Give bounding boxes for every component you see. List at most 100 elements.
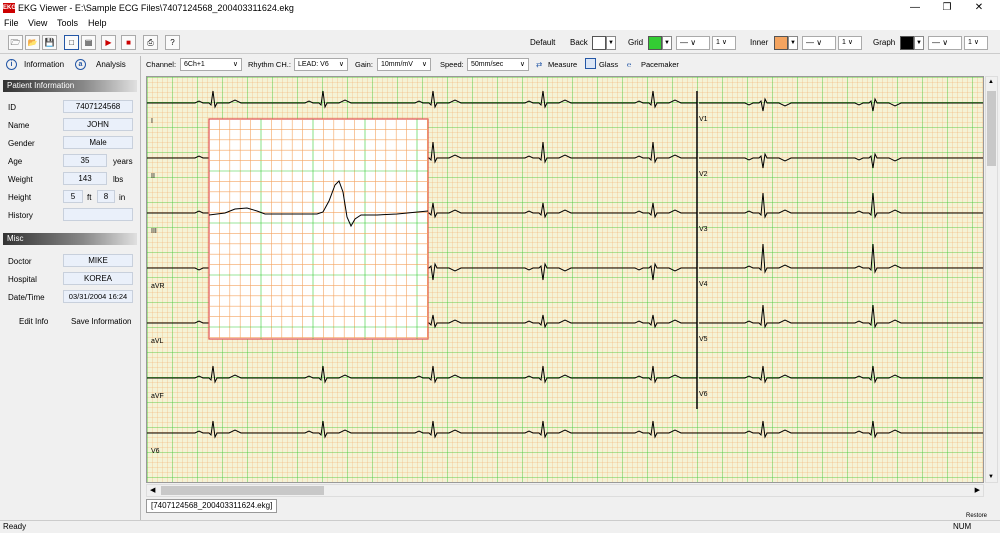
id-label: ID [8,103,16,112]
rhythm-select[interactable]: LEAD: V6 ∨ [294,58,348,71]
graph-color-swatch[interactable] [900,36,914,50]
gain-select[interactable]: 10mm/mV ∨ [377,58,431,71]
speed-value: 50mm/sec [471,61,504,68]
save-icon[interactable]: 💾 [42,35,57,50]
save-information-button[interactable]: Save Information [71,317,131,326]
glass-icon [585,58,596,69]
inner-line-width-select[interactable]: 1 ∨ [838,36,862,50]
weight-unit: lbs [113,175,124,184]
stop-icon[interactable]: ■ [121,35,136,50]
ecg-waveform-canvas[interactable]: IIIIIIaVRaVLaVFV6V1V2V3V4V5V6 [147,77,984,483]
age-unit: years [113,157,133,166]
hospital-field[interactable]: KOREA [63,272,133,285]
vertical-scrollbar[interactable]: ▲ ▼ [985,76,998,483]
rhythm-value: LEAD: V6 [298,61,329,68]
back-color-swatch[interactable] [592,36,606,50]
analysis-icon: a [75,59,86,70]
play-icon[interactable]: ▶ [101,35,116,50]
rhythm-label: Rhythm CH.: [248,60,291,69]
graph-line-style-select[interactable]: — ∨ [928,36,962,50]
name-label: Name [8,121,30,130]
channel-select[interactable]: 6Ch+1 ∨ [180,58,242,71]
line-style-value: — [932,38,940,47]
inner-color-swatch[interactable] [774,36,788,50]
vertical-scroll-thumb[interactable] [987,91,996,166]
history-label: History [8,211,33,220]
inner-color-dropdown[interactable]: ▼ [788,36,798,50]
menu-help[interactable]: Help [88,18,107,28]
scroll-down-icon[interactable]: ▼ [988,474,994,480]
measure-button[interactable]: Measure [548,60,577,69]
graph-color-dropdown[interactable]: ▼ [914,36,924,50]
maximize-button[interactable]: ❐ [932,0,962,16]
edit-info-button[interactable]: Edit Info [19,317,48,326]
inner-line-style-select[interactable]: — ∨ [802,36,836,50]
graph-line-width-select[interactable]: 1 ∨ [964,36,988,50]
datetime-field[interactable]: 03/31/2004 16:24 [63,290,133,303]
horizontal-scrollbar[interactable]: ◀ ▶ [146,484,984,497]
channel-label: Channel: [146,60,177,69]
magnifier-glass[interactable] [208,118,429,340]
tab-analysis[interactable]: Analysis [96,60,126,69]
lead-label-aVR: aVR [151,283,165,290]
menu-view[interactable]: View [28,18,47,28]
menu-file[interactable]: File [4,18,19,28]
minimize-button[interactable]: — [900,0,930,16]
gender-field[interactable]: Male [63,136,133,149]
id-field[interactable]: 7407124568 [63,100,133,113]
lead-label-III: III [151,228,157,235]
pacemaker-button[interactable]: Pacemaker [641,60,679,69]
grid-color-dropdown[interactable]: ▼ [662,36,672,50]
line-style-value: — [806,38,814,47]
height-in-field[interactable]: 8 [97,190,115,203]
hospital-label: Hospital [8,275,37,284]
height-ft-field[interactable]: 5 [63,190,83,203]
gender-label: Gender [8,139,35,148]
grid-line-style-select[interactable]: — ∨ [676,36,710,50]
open-folder-icon[interactable]: 📂 [25,35,40,50]
grid-color-swatch[interactable] [648,36,662,50]
height-ft-unit: ft [87,193,92,202]
scroll-right-icon[interactable]: ▶ [975,486,980,494]
speed-label: Speed: [440,60,464,69]
inner-label: Inner [750,38,769,47]
new-file-icon[interactable]: 🗁 [8,35,23,50]
lead-label-V5: V5 [699,336,708,343]
graph-label: Graph [873,38,896,47]
grid-line-width-select[interactable]: 1 ∨ [712,36,736,50]
restore-button[interactable]: Restore [966,513,987,519]
ekg-app-icon: EKG [3,3,17,13]
age-label: Age [8,157,23,166]
line-style-value: — [680,38,688,47]
age-field[interactable]: 35 [63,154,107,167]
scroll-left-icon[interactable]: ◀ [150,486,155,494]
help-icon[interactable]: ? [165,35,180,50]
single-view-icon[interactable]: □ [64,35,79,50]
chevron-down-icon: ∨ [519,61,525,68]
menu-tools[interactable]: Tools [57,18,78,28]
num-lock-indicator: NUM [953,522,972,531]
datetime-label: Date/Time [8,293,45,302]
print-icon[interactable]: ⎙ [143,35,158,50]
split-view-icon[interactable]: ▤ [81,35,96,50]
window-title: EKG Viewer - E:\Sample ECG Files\7407124… [18,3,294,13]
tab-information[interactable]: Information [24,60,64,69]
line-width-value: 1 [842,39,846,46]
grid-label: Grid [628,38,644,47]
doctor-field[interactable]: MIKE [63,254,133,267]
back-color-dropdown[interactable]: ▼ [606,36,616,50]
ecg-chart-area[interactable]: I II III aVR aVL aVF V6 V1 V2 V3 V4 V5 V6 [146,76,984,483]
speed-select[interactable]: 50mm/sec ∨ [467,58,529,71]
file-tab[interactable]: [7407124568_200403311624.ekg] [146,499,278,513]
gain-value: 10mm/mV [381,61,413,68]
height-in-unit: in [119,193,126,202]
weight-field[interactable]: 143 [63,172,107,185]
default-button[interactable]: Default [530,38,555,47]
close-button[interactable]: ✕ [964,0,994,16]
horizontal-scroll-thumb[interactable] [161,486,324,495]
scroll-up-icon[interactable]: ▲ [988,79,994,85]
name-field[interactable]: JOHN [63,118,133,131]
glass-button[interactable]: Glass [599,60,618,69]
chevron-down-icon: ∨ [232,61,238,68]
history-field[interactable] [63,208,133,221]
